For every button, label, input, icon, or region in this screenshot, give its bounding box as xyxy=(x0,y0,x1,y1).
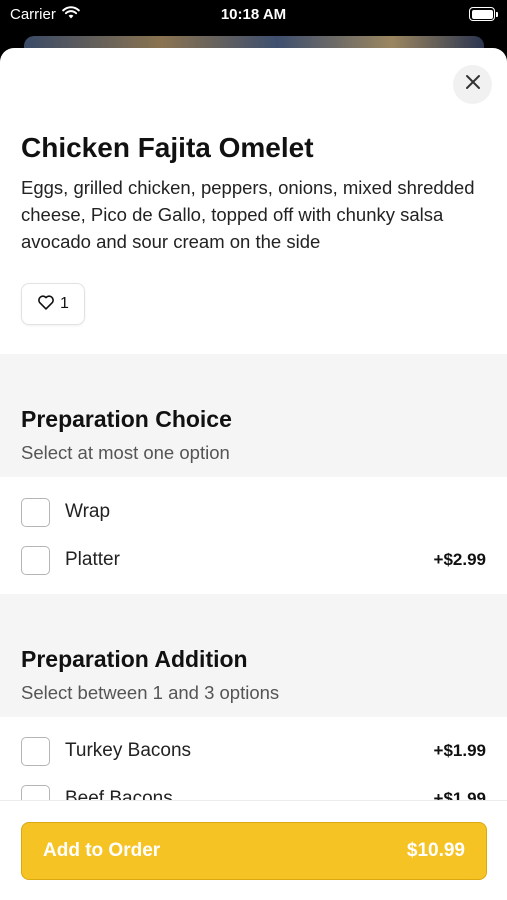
like-count: 1 xyxy=(60,295,69,312)
order-footer: Add to Order $10.99 xyxy=(0,800,507,900)
section-title: Preparation Addition xyxy=(21,646,248,672)
battery-icon xyxy=(469,7,498,21)
order-total: $10.99 xyxy=(406,840,465,861)
option-checkbox[interactable] xyxy=(21,736,50,766)
close-icon xyxy=(465,74,481,95)
status-bar: Carrier 10:18 AM xyxy=(0,0,507,30)
status-time: 10:18 AM xyxy=(220,6,287,23)
option-row-turkey-bacons[interactable]: Turkey Bacons +$1.99 xyxy=(0,728,507,774)
section-header-preparation-choice: Preparation Choice Select at most one op… xyxy=(0,354,507,477)
item-title: Chicken Fajita Omelet xyxy=(21,132,314,163)
option-price: +$2.99 xyxy=(433,550,486,569)
section-subtitle: Select between 1 and 3 options xyxy=(21,682,280,703)
heart-icon xyxy=(37,294,55,315)
section-subtitle: Select at most one option xyxy=(21,442,230,463)
section-title: Preparation Choice xyxy=(21,406,232,432)
like-button[interactable]: 1 xyxy=(21,283,85,325)
option-checkbox[interactable] xyxy=(21,497,50,527)
option-row-platter[interactable]: Platter +$2.99 xyxy=(0,537,507,583)
item-detail-sheet: Chicken Fajita Omelet Eggs, grilled chic… xyxy=(0,48,507,900)
item-description: Eggs, grilled chicken, peppers, onions, … xyxy=(21,177,475,252)
option-label: Wrap xyxy=(65,501,111,522)
option-price: +$1.99 xyxy=(433,741,486,760)
option-checkbox[interactable] xyxy=(21,545,50,575)
add-to-order-label: Add to Order xyxy=(43,840,161,861)
option-label: Platter xyxy=(65,549,120,570)
close-button[interactable] xyxy=(453,65,492,104)
option-label: Turkey Bacons xyxy=(65,740,192,761)
option-row-wrap[interactable]: Wrap xyxy=(0,489,507,535)
add-to-order-button[interactable]: Add to Order $10.99 xyxy=(21,822,487,880)
section-header-preparation-addition: Preparation Addition Select between 1 an… xyxy=(0,594,507,717)
